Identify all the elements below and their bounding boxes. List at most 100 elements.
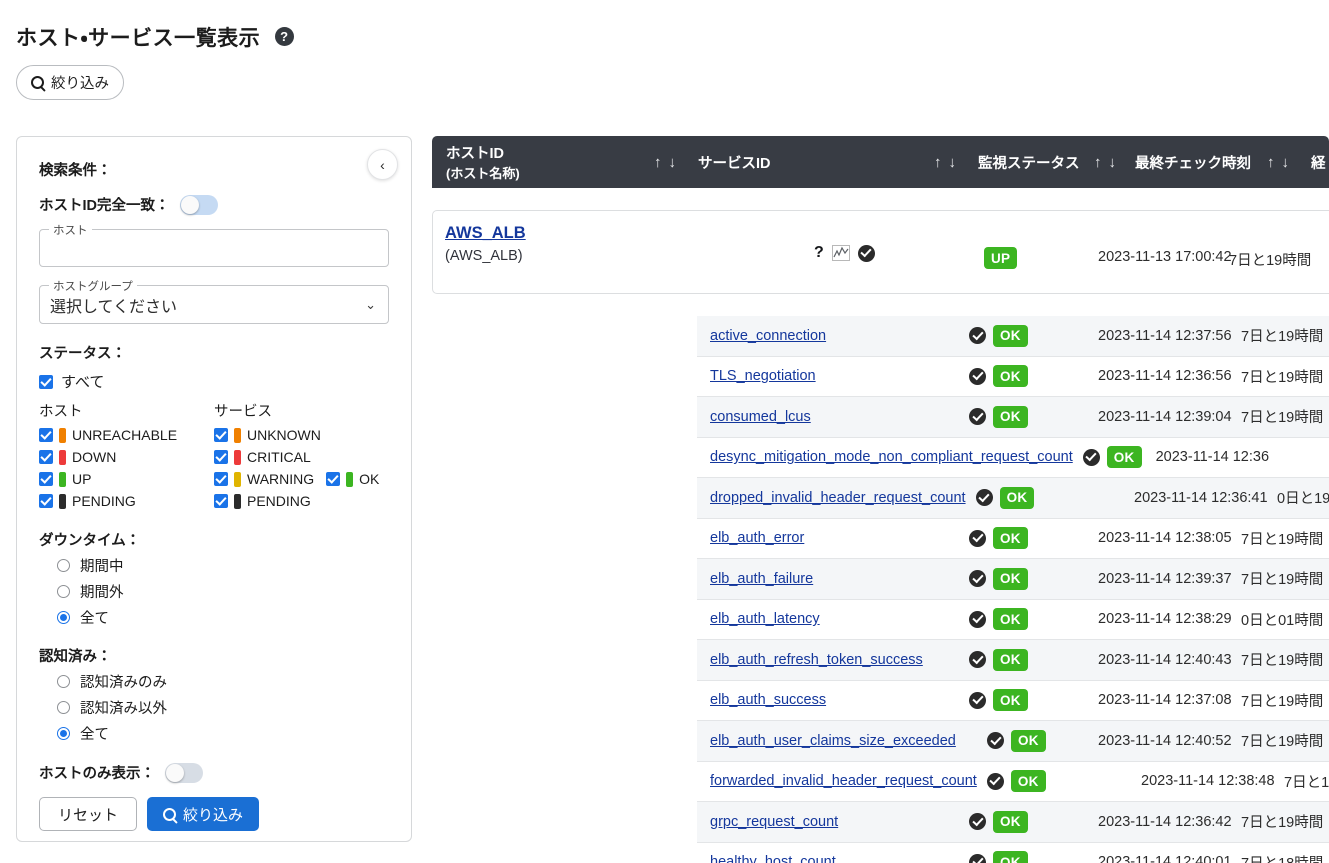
acknowledged-check-icon[interactable] [987,732,1004,750]
downtime-option-outside[interactable]: 期間外 [39,581,389,602]
service-id-link[interactable]: consumed_lcus [710,409,811,425]
sort-desc-icon[interactable]: ↓ [669,154,677,171]
service-id-link[interactable]: grpc_request_count [710,814,838,830]
radio[interactable] [57,701,70,714]
status-host-up[interactable]: UP [39,471,214,487]
radio-selected[interactable] [57,611,70,624]
status-all-row[interactable]: すべて [39,371,389,392]
downtime-option-all[interactable]: 全て [39,607,389,628]
sort-desc-icon[interactable]: ↓ [1109,154,1117,171]
sort-asc-icon[interactable]: ↑ [1094,154,1102,171]
acknowledged-check-icon[interactable] [969,651,986,669]
column-host-name-label: (ホスト名称) [446,165,520,181]
service-row[interactable]: desync_mitigation_mode_non_compliant_req… [697,437,1329,478]
acknowledged-option-except[interactable]: 認知済み以外 [39,697,389,718]
service-row[interactable]: grpc_request_count OK 2023-11-14 12:36:4… [697,802,1329,843]
status-service-unknown[interactable]: UNKNOWN [214,427,389,443]
sort-desc-icon[interactable]: ↓ [949,154,957,171]
search-icon [163,807,177,821]
service-id-link[interactable]: active_connection [710,328,826,344]
service-id-link[interactable]: elb_auth_refresh_token_success [710,652,923,668]
host-exact-match-row: ホストID完全一致： [39,194,389,215]
radio[interactable] [57,675,70,688]
service-id-link[interactable]: elb_auth_user_claims_size_exceeded [710,733,956,749]
service-id-link[interactable]: TLS_negotiation [710,368,816,384]
checkbox[interactable] [214,450,228,464]
acknowledged-check-icon[interactable] [969,813,986,831]
acknowledged-check-icon[interactable] [857,244,875,262]
host-exact-match-toggle[interactable] [179,194,218,215]
acknowledged-check-icon[interactable] [969,570,986,588]
radio[interactable] [57,559,70,572]
checkbox-ok[interactable] [326,472,341,486]
service-row[interactable]: TLS_negotiation OK 2023-11-14 12:36:56 7… [697,356,1329,397]
service-id-link[interactable]: elb_auth_failure [710,571,813,587]
acknowledged-check-icon[interactable] [975,489,993,507]
checkbox[interactable] [39,428,53,442]
service-row[interactable]: elb_auth_latency OK 2023-11-14 12:38:29 … [697,599,1329,640]
service-id-link[interactable]: elb_auth_error [710,530,804,546]
acknowledged-check-icon[interactable] [969,327,986,345]
apply-filter-button[interactable]: 絞り込み [147,797,260,831]
checkbox[interactable] [214,494,228,508]
status-service-critical[interactable]: CRITICAL [214,449,389,465]
status-service-pending[interactable]: PENDING [214,493,389,509]
acknowledged-option-only[interactable]: 認知済みのみ [39,671,389,692]
acknowledged-check-icon[interactable] [969,853,986,863]
help-icon[interactable]: ? [274,26,294,46]
acknowledged-option-all[interactable]: 全て [39,723,389,744]
hostgroup-field[interactable]: ホストグループ 選択してください ⌄ [39,278,389,324]
acknowledged-check-icon[interactable] [969,367,986,385]
service-id-link[interactable]: dropped_invalid_header_request_count [710,490,966,506]
open-filter-button[interactable]: 絞り込み [16,65,124,100]
sort-desc-icon[interactable]: ↓ [1282,154,1290,171]
service-row[interactable]: elb_auth_user_claims_size_exceeded OK 20… [697,721,1329,762]
checkbox[interactable] [214,428,228,442]
downtime-option-during[interactable]: 期間中 [39,555,389,576]
radio-selected[interactable] [57,727,70,740]
acknowledged-check-icon[interactable] [969,691,986,709]
host-id-link[interactable]: AWS_ALB [445,224,526,243]
service-row[interactable]: elb_auth_failure OK 2023-11-14 12:39:37 … [697,559,1329,600]
host-only-toggle[interactable] [165,762,203,783]
status-service-warning-ok[interactable]: WARNING OK [214,471,389,487]
reset-button[interactable]: リセット [39,797,138,831]
acknowledged-check-icon[interactable] [986,772,1004,790]
service-row[interactable]: elb_auth_refresh_token_success OK 2023-1… [697,640,1329,681]
service-row[interactable]: active_connection OK 2023-11-14 12:37:56… [697,316,1329,357]
status-host-down[interactable]: DOWN [39,449,214,465]
service-row[interactable]: consumed_lcus OK 2023-11-14 12:39:04 7日と… [697,397,1329,438]
service-row[interactable]: dropped_invalid_header_request_count OK … [697,478,1329,519]
sort-asc-icon[interactable]: ↑ [1267,154,1275,171]
column-last-check: 最終チェック時刻 [1135,152,1251,173]
service-status-badge: OK [1011,729,1046,752]
checkbox[interactable] [214,472,228,486]
service-row[interactable]: elb_auth_success OK 2023-11-14 12:37:08 … [697,680,1329,721]
sort-asc-icon[interactable]: ↑ [934,154,942,171]
acknowledged-check-icon[interactable] [1082,448,1100,466]
checkbox[interactable] [39,450,53,464]
collapse-panel-button[interactable]: ‹ [367,149,398,180]
service-id-link[interactable]: healthy_host_count [710,854,836,863]
service-id-link[interactable]: desync_mitigation_mode_non_compliant_req… [710,449,1073,465]
host-field[interactable]: ホスト [39,222,389,267]
service-row[interactable]: forwarded_invalid_header_request_count O… [697,761,1329,802]
service-row[interactable]: elb_auth_error OK 2023-11-14 12:38:05 7日… [697,518,1329,559]
sort-asc-icon[interactable]: ↑ [654,154,662,171]
service-id-link[interactable]: elb_auth_success [710,692,826,708]
service-row[interactable]: healthy_host_count OK 2023-11-14 12:40:0… [697,842,1329,863]
radio[interactable] [57,585,70,598]
service-id-link[interactable]: elb_auth_latency [710,611,820,627]
checkbox[interactable] [39,472,53,486]
chart-icon[interactable] [831,245,850,261]
acknowledged-check-icon[interactable] [969,610,986,628]
acknowledged-check-icon[interactable] [969,408,986,426]
status-all-checkbox[interactable] [39,374,53,389]
host-input[interactable] [40,230,388,266]
checkbox[interactable] [39,494,53,508]
acknowledged-check-icon[interactable] [969,529,986,547]
status-host-pending[interactable]: PENDING [39,493,214,509]
status-host-unreachable[interactable]: UNREACHABLE [39,427,214,443]
service-id-link[interactable]: forwarded_invalid_header_request_count [710,773,977,789]
question-mark-icon[interactable]: ? [814,244,824,262]
